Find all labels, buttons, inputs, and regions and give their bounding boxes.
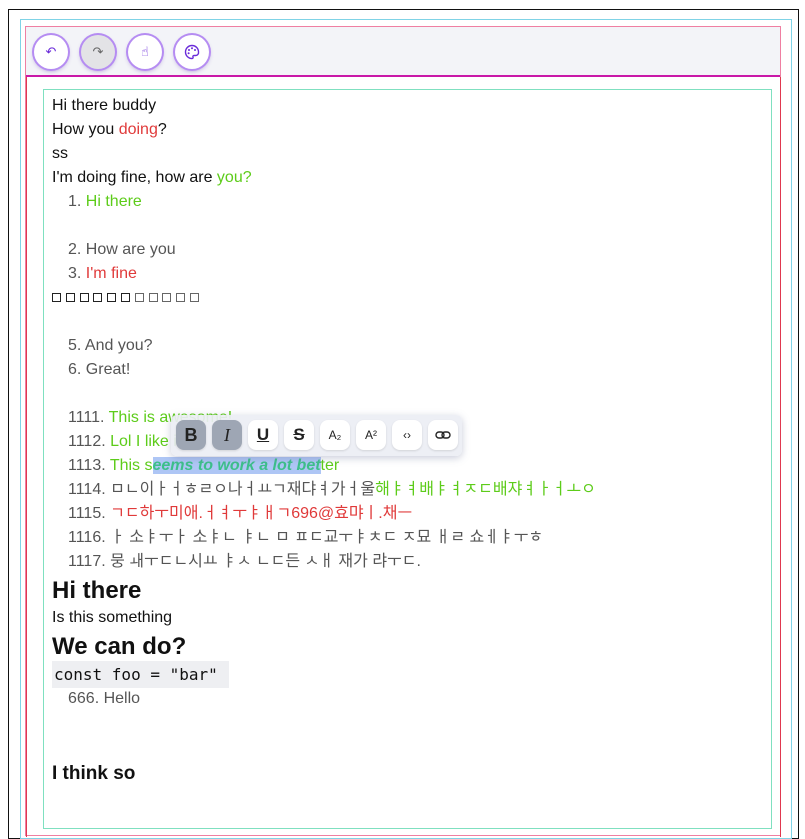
link-icon: [435, 431, 451, 439]
heading: Hi there: [52, 577, 142, 604]
list-item: 6. Great!: [68, 361, 131, 378]
text-selection: eems to work a lot bet: [152, 457, 321, 474]
redo-button[interactable]: ↷: [81, 35, 115, 69]
paragraph: Hi there buddy: [52, 97, 157, 114]
list-item: 1115. ㄱㄷ하ㅜ미애.ㅓㅕㅜㅑㅐㄱ696@효먀ㅣ.채ㅡ: [68, 505, 413, 522]
list-item: 1114. ㅁㄴ이ㅏㅓㅎㄹㅇ나ㅓㅛㄱ재댜ㅕ가ㅓ울해ㅑㅕ배ㅑㅕㅈㄷ배쟈ㅕㅏㅓㅗㅇ: [68, 481, 596, 498]
paragraph: ss: [52, 145, 68, 162]
palette-icon: [184, 44, 200, 60]
italic-button[interactable]: I: [212, 420, 242, 450]
list-item: 1113. This seems to work a lot better: [68, 457, 340, 474]
clear-format-button[interactable]: ☝: [128, 35, 162, 69]
list-item: 1116. ㅏ 소ㅑㅜㅏ 소ㅑㄴ ㅑㄴ ㅁ ㅍㄷ교ㅜㅑㅊㄷ ㅈ묘 ㅐㄹ 쇼ㅔㅑㅜ…: [68, 529, 544, 546]
paragraph: Is this something: [52, 609, 173, 626]
list-item: 1. Hi there: [68, 193, 142, 210]
italic-icon: I: [224, 424, 230, 445]
bold-icon: B: [184, 424, 198, 445]
superscript-button[interactable]: A²: [356, 420, 386, 450]
hand-icon: ☝: [141, 44, 149, 59]
list-item: 1117. 뭉 ㅙㅜㄷㄴ시ㅛ ㅑㅅ ㄴㄷ든 ㅅㅐ 재가 랴ㅜㄷ.: [68, 553, 421, 570]
strikethrough-icon: S: [293, 425, 305, 444]
strikethrough-button[interactable]: S: [284, 420, 314, 450]
placeholder-glyph-row: [52, 288, 204, 308]
list-item: 666. Hello: [68, 690, 141, 707]
underline-button[interactable]: U: [248, 420, 278, 450]
floating-format-toolbar: B I U S A₂ A² ‹›: [171, 415, 462, 456]
subscript-icon: A₂: [328, 428, 342, 442]
link-button[interactable]: [428, 420, 458, 450]
paragraph: I'm doing fine, how are you?: [52, 169, 252, 186]
superscript-icon: A²: [365, 428, 377, 442]
editor-toolbar: ↶ ↷ ☝: [26, 27, 780, 77]
undo-button[interactable]: ↶: [34, 35, 68, 69]
list-item: 5. And you?: [68, 337, 153, 354]
paragraph: How you doing?: [52, 121, 167, 138]
code-block: const foo = "bar": [52, 661, 229, 688]
underline-icon: U: [256, 425, 270, 444]
bold-button[interactable]: B: [176, 420, 206, 450]
undo-icon: ↶: [45, 44, 57, 59]
list-item: 1112. Lol I like it: [68, 433, 182, 450]
code-icon: ‹›: [403, 428, 411, 442]
heading: We can do?: [52, 633, 187, 660]
heading: I think so: [52, 763, 136, 784]
subscript-button[interactable]: A₂: [320, 420, 350, 450]
list-item: 2. How are you: [68, 241, 176, 258]
code-button[interactable]: ‹›: [392, 420, 422, 450]
list-item: 3. I'm fine: [68, 265, 137, 282]
redo-icon: ↷: [92, 44, 104, 59]
theme-button[interactable]: [175, 35, 209, 69]
